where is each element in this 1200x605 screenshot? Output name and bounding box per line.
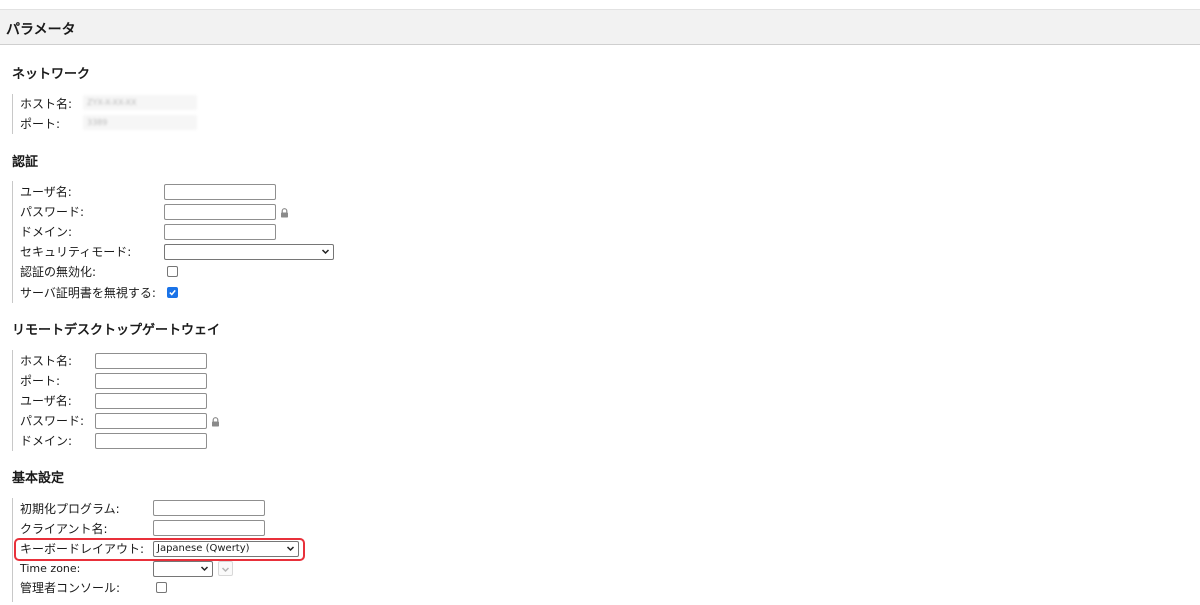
timezone-region-select[interactable] [218,561,233,576]
network-hostname-value: ZYX-X-XX-XX [83,95,197,110]
gateway-username-label: ユーザ名: [20,394,72,408]
section-title-gateway: リモートデスクトップゲートウェイ [12,323,221,338]
auth-username-label: ユーザ名: [20,185,72,199]
disable-auth-checkbox[interactable] [167,266,178,277]
timezone-label: Time zone: [20,562,81,575]
admin-console-label: 管理者コンソール: [20,581,121,595]
timezone-select[interactable] [153,561,213,577]
keyboard-layout-value: Japanese (Qwerty) [157,543,250,554]
gateway-hostname-input[interactable] [95,353,207,369]
auth-domain-label: ドメイン: [20,225,73,239]
gateway-username-input[interactable] [95,393,207,409]
keyboard-layout-label: キーボードレイアウト: [20,542,145,556]
gateway-port-input[interactable] [95,373,207,389]
parameters-header: パラメータ [0,9,1200,45]
section-divider-gateway [12,350,13,451]
gateway-port-label: ポート: [20,374,61,388]
auth-security-mode-label: セキュリティモード: [20,245,132,259]
section-divider-basic [12,498,13,602]
gateway-domain-input[interactable] [95,433,207,449]
network-port-value: 3389 [83,115,197,130]
auth-disable-label: 認証の無効化: [20,265,97,279]
gateway-hostname-label: ホスト名: [20,354,73,368]
lock-icon [212,417,219,427]
chevron-down-icon [321,249,330,255]
client-name-label: クライアント名: [20,522,108,536]
lock-icon [281,208,288,218]
auth-domain-input[interactable] [164,224,276,240]
keyboard-layout-select[interactable]: Japanese (Qwerty) [153,541,299,557]
auth-password-label: パスワード: [20,205,85,219]
checkmark-icon [169,289,176,296]
init-program-input[interactable] [153,500,265,516]
network-hostname-label: ホスト名: [20,97,73,111]
auth-password-input[interactable] [164,204,276,220]
section-title-network: ネットワーク [12,67,91,82]
security-mode-select[interactable] [164,244,334,260]
ignore-cert-checkbox[interactable] [167,287,178,298]
gateway-password-label: パスワード: [20,414,85,428]
client-name-input[interactable] [153,520,265,536]
admin-console-checkbox[interactable] [156,582,167,593]
gateway-password-input[interactable] [95,413,207,429]
gateway-domain-label: ドメイン: [20,434,73,448]
section-title-auth: 認証 [12,155,39,170]
auth-ignore-cert-label: サーバ証明書を無視する: [20,286,156,300]
section-divider-auth [12,181,13,303]
auth-username-input[interactable] [164,184,276,200]
init-program-label: 初期化プログラム: [20,502,120,516]
section-title-basic: 基本設定 [12,471,65,486]
network-port-label: ポート: [20,117,61,131]
chevron-down-icon [200,566,209,572]
page-title: パラメータ [6,22,76,38]
chevron-down-icon [286,546,295,552]
chevron-down-icon [221,567,230,573]
section-divider-network [12,94,13,134]
